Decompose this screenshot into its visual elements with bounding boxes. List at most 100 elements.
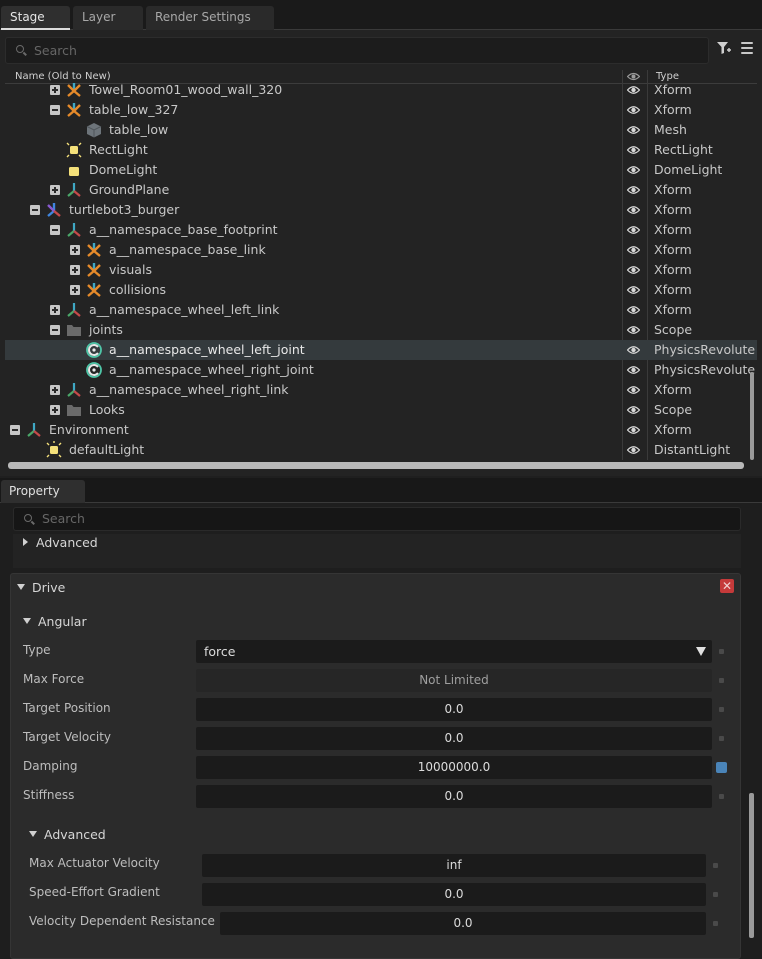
damping-modified-indicator[interactable] <box>716 762 727 773</box>
collapse-minus-icon[interactable] <box>50 325 60 335</box>
speed-effort-gradient-default-indicator[interactable] <box>713 892 718 897</box>
tree-row[interactable]: GroundPlane Xform <box>5 180 757 200</box>
type-dropdown[interactable]: force <box>196 640 712 663</box>
filter-icon[interactable] <box>717 41 731 55</box>
advanced-label[interactable]: Advanced <box>44 827 106 842</box>
collapse-minus-icon[interactable] <box>10 425 20 435</box>
velocity-dependent-resistance-field[interactable]: 0.0 <box>220 912 706 935</box>
visibility-eye-icon[interactable] <box>627 104 640 116</box>
tree-row[interactable]: a__namespace_wheel_right_joint PhysicsRev… <box>5 360 757 380</box>
tree-row-type: Xform <box>654 102 692 117</box>
collapse-minus-icon[interactable] <box>50 105 60 115</box>
visibility-eye-icon[interactable] <box>627 324 640 336</box>
target-velocity-default-indicator[interactable] <box>719 736 724 741</box>
remove-drive-close-icon[interactable]: ✕ <box>720 579 734 593</box>
tree-row-label: a__namespace_wheel_right_link <box>89 382 289 397</box>
tree-row[interactable]: Environment Xform <box>5 420 757 440</box>
max-force-default-indicator[interactable] <box>719 678 724 683</box>
expand-plus-icon[interactable] <box>50 385 60 395</box>
visibility-eye-icon[interactable] <box>627 184 640 196</box>
tree-row-type: Xform <box>654 242 692 257</box>
visibility-eye-icon[interactable] <box>627 284 640 296</box>
velocity-dependent-resistance-label: Velocity Dependent Resistance <box>29 914 215 928</box>
visibility-eye-icon[interactable] <box>627 224 640 236</box>
tree-row[interactable]: table_low Mesh <box>5 120 757 140</box>
tree-row[interactable]: Looks Scope <box>5 400 757 420</box>
tab-stage[interactable]: Stage <box>1 6 70 30</box>
tree-row[interactable]: a__namespace_wheel_right_link Xform <box>5 380 757 400</box>
tree-row-label: a__namespace_wheel_right_joint <box>109 362 314 377</box>
drive-section: Drive Angular Type force Max Force Not L… <box>10 573 741 959</box>
caret-down-icon[interactable] <box>17 584 25 590</box>
visibility-eye-icon[interactable] <box>627 404 640 416</box>
tree-row[interactable]: turtlebot3_burger Xform <box>5 200 757 220</box>
property-vertical-scrollbar[interactable] <box>749 793 754 938</box>
visibility-eye-icon[interactable] <box>627 84 640 96</box>
tree-row[interactable]: a__namespace_wheel_left_joint PhysicsRevo… <box>5 340 757 360</box>
angular-label[interactable]: Angular <box>38 614 87 629</box>
tree-row-label: DomeLight <box>89 162 158 177</box>
visibility-eye-icon[interactable] <box>627 444 640 456</box>
tree-row[interactable]: a__namespace_base_footprint Xform <box>5 220 757 240</box>
tab-render-settings[interactable]: Render Settings <box>146 6 274 30</box>
tree-row[interactable]: Towel_Room01_wood_wall_320 Xform <box>5 80 757 100</box>
tree-row-label: GroundPlane <box>89 182 170 197</box>
visibility-eye-icon[interactable] <box>627 364 640 376</box>
visibility-eye-icon[interactable] <box>627 264 640 276</box>
xform-orange-icon <box>85 261 103 279</box>
hamburger-menu-icon[interactable] <box>741 42 753 54</box>
property-search-input[interactable]: Search <box>13 507 741 531</box>
max-actuator-velocity-default-indicator[interactable] <box>713 863 718 868</box>
stage-search-input[interactable]: Search <box>5 37 709 64</box>
tree-row[interactable]: table_low_327 Xform <box>5 100 757 120</box>
collapse-minus-icon[interactable] <box>50 225 60 235</box>
max-force-field[interactable]: Not Limited <box>196 669 712 692</box>
tab-layer[interactable]: Layer <box>73 6 143 30</box>
target-position-field[interactable]: 0.0 <box>196 698 712 721</box>
stiffness-default-indicator[interactable] <box>719 794 724 799</box>
tree-row[interactable]: a__namespace_wheel_left_link Xform <box>5 300 757 320</box>
expand-plus-icon[interactable] <box>50 85 60 95</box>
max-actuator-velocity-field[interactable]: inf <box>202 854 706 877</box>
expand-plus-icon[interactable] <box>50 305 60 315</box>
visibility-eye-icon[interactable] <box>627 424 640 436</box>
tree-row[interactable]: defaultLight DistantLight <box>5 440 757 460</box>
visibility-eye-icon[interactable] <box>627 124 640 136</box>
visibility-eye-icon[interactable] <box>627 304 640 316</box>
expand-plus-icon[interactable] <box>50 405 60 415</box>
stiffness-field[interactable]: 0.0 <box>196 785 712 808</box>
target-velocity-field[interactable]: 0.0 <box>196 727 712 750</box>
damping-field[interactable]: 10000000.0 <box>196 756 712 779</box>
tree-row[interactable]: visuals Xform <box>5 260 757 280</box>
stage-tabbar: Stage Layer Render Settings <box>0 0 762 30</box>
type-default-indicator[interactable] <box>719 649 724 654</box>
expand-plus-icon[interactable] <box>50 185 60 195</box>
drive-label[interactable]: Drive <box>32 580 65 595</box>
visibility-eye-icon[interactable] <box>627 204 640 216</box>
tree-row[interactable]: RectLight RectLight <box>5 140 757 160</box>
tree-row[interactable]: joints Scope <box>5 320 757 340</box>
speed-effort-gradient-field[interactable]: 0.0 <box>202 883 706 906</box>
caret-down-icon[interactable] <box>29 831 37 837</box>
visibility-eye-icon[interactable] <box>627 244 640 256</box>
stage-horizontal-scrollbar[interactable] <box>8 462 744 469</box>
advanced-top-label: Advanced <box>36 535 98 550</box>
tab-property[interactable]: Property <box>1 480 85 503</box>
collapse-minus-icon[interactable] <box>30 205 40 215</box>
stage-vertical-scrollbar[interactable] <box>750 372 754 460</box>
expand-plus-icon[interactable] <box>70 265 80 275</box>
velocity-dependent-resistance-default-indicator[interactable] <box>713 921 718 926</box>
tree-row[interactable]: a__namespace_base_link Xform <box>5 240 757 260</box>
visibility-eye-icon[interactable] <box>627 164 640 176</box>
tree-row[interactable]: collisions Xform <box>5 280 757 300</box>
type-dropdown-value: force <box>204 644 236 659</box>
visibility-eye-icon[interactable] <box>627 144 640 156</box>
tree-row[interactable]: DomeLight DomeLight <box>5 160 757 180</box>
advanced-collapsed-section[interactable]: Advanced <box>13 534 741 568</box>
expand-plus-icon[interactable] <box>70 245 80 255</box>
visibility-eye-icon[interactable] <box>627 344 640 356</box>
target-position-default-indicator[interactable] <box>719 707 724 712</box>
visibility-eye-icon[interactable] <box>627 384 640 396</box>
caret-down-icon[interactable] <box>23 618 31 624</box>
expand-plus-icon[interactable] <box>70 285 80 295</box>
